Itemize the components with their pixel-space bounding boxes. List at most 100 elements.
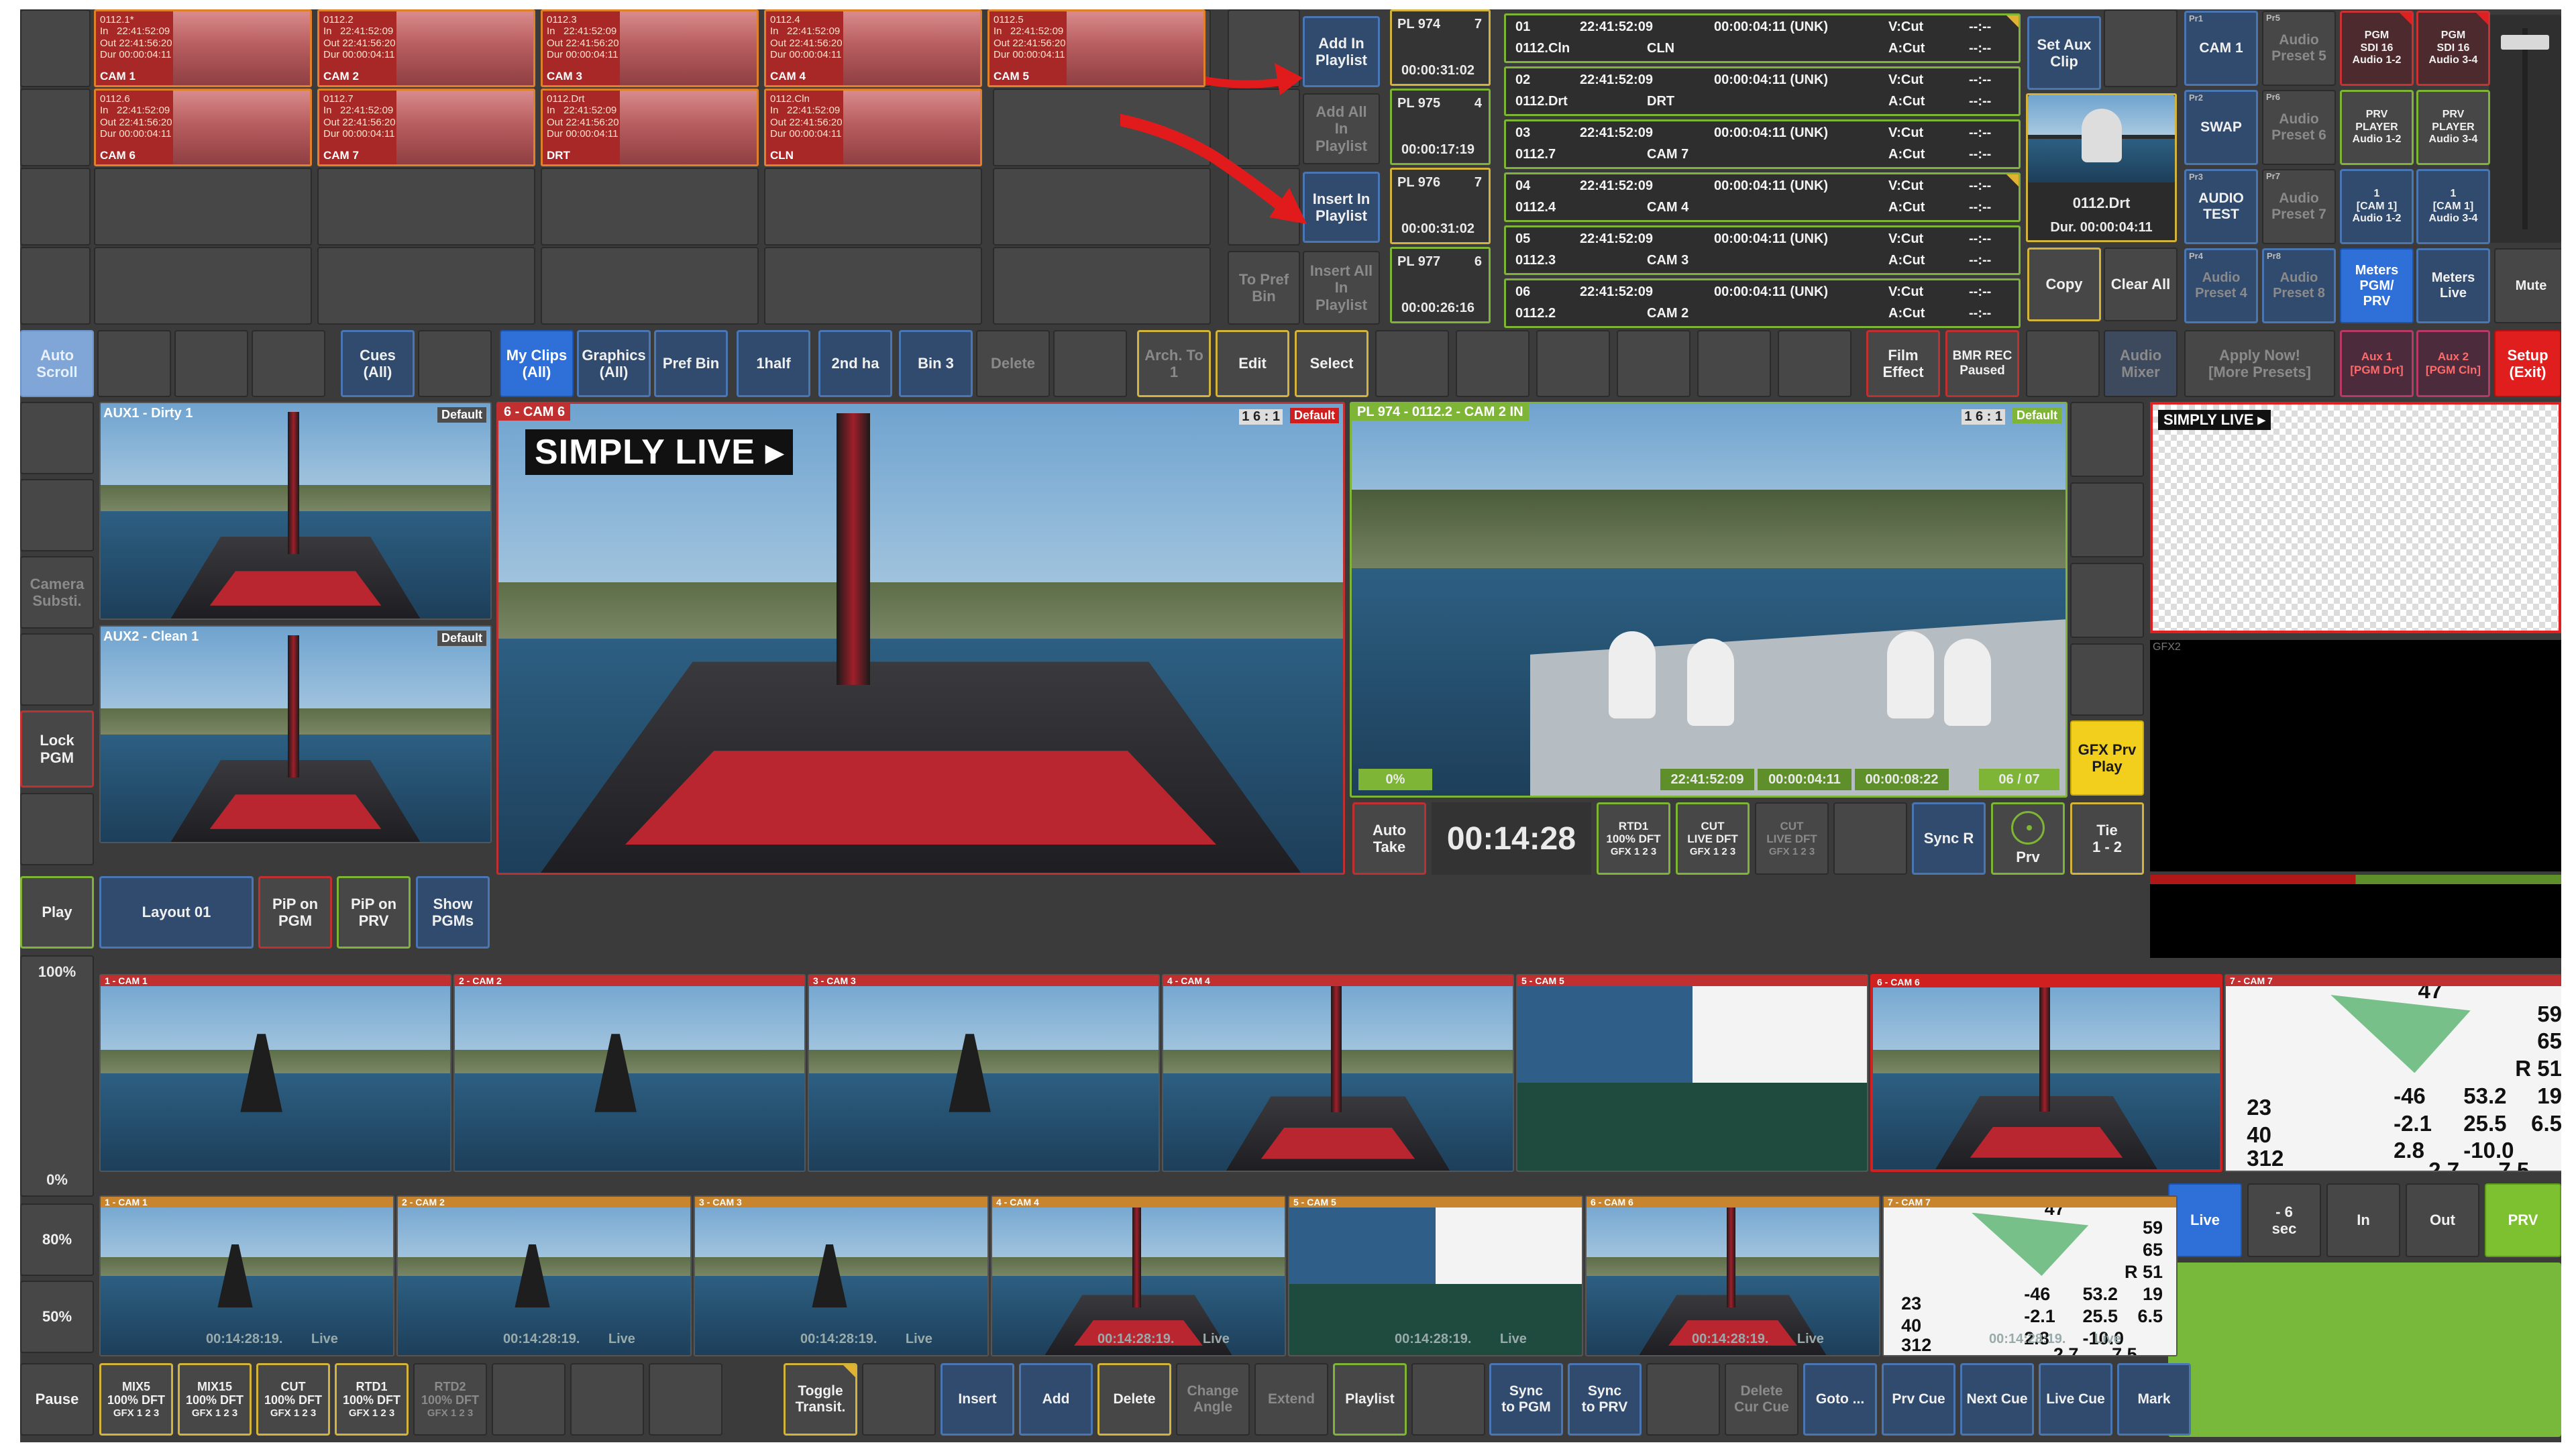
- clip-tile[interactable]: 0112.6 In 22:41:52:09 Out 22:41:56:20 Du…: [94, 89, 312, 166]
- rtd2-transition-button[interactable]: RTD2 100% DFT GFX 1 2 3: [413, 1363, 487, 1436]
- camera-thumbnail[interactable]: 5 - CAM 5 00:14:28:19. Live: [1288, 1195, 1583, 1356]
- cue-item[interactable]: 06 22:41:52:09 00:00:04:11 (UNK) V:Cut --:--…: [1504, 278, 2021, 328]
- copy-button[interactable]: Copy: [2027, 248, 2101, 321]
- blank-slot[interactable]: [2070, 563, 2144, 638]
- blank-slot[interactable]: [1833, 802, 1907, 875]
- empty-clip-slot[interactable]: [317, 247, 535, 325]
- bmr-rec-button[interactable]: BMR REC Paused: [1945, 330, 2019, 397]
- film-effect-button[interactable]: Film Effect: [1866, 330, 1940, 397]
- play-button[interactable]: Play: [20, 876, 94, 949]
- empty-clip-slot[interactable]: [541, 247, 759, 325]
- audio-preset-button[interactable]: Pr3 AUDIO TEST: [2184, 169, 2258, 244]
- speed-80-button[interactable]: 80%: [20, 1203, 94, 1276]
- select-button[interactable]: Select: [1295, 330, 1368, 397]
- live-cue-button[interactable]: Live Cue: [2039, 1363, 2112, 1436]
- sync-to-prv-button[interactable]: Sync to PRV: [1568, 1363, 1642, 1436]
- blank-slot[interactable]: [1778, 330, 1851, 397]
- cut-transition-button[interactable]: CUT 100% DFT GFX 1 2 3: [256, 1363, 330, 1436]
- auto-scroll-button[interactable]: Auto Scroll: [20, 330, 94, 397]
- audio-fader[interactable]: [2489, 15, 2561, 243]
- blank-slot[interactable]: [492, 1363, 566, 1436]
- aux2-monitor[interactable]: AUX2 - Clean 1 Default: [99, 625, 492, 843]
- speed-50-button[interactable]: 50%: [20, 1281, 94, 1353]
- rtd1-transition-button[interactable]: RTD1 100% DFT GFX 1 2 3: [335, 1363, 409, 1436]
- minus-6-sec-button[interactable]: - 6 sec: [2247, 1183, 2321, 1257]
- set-aux-clip-button[interactable]: Set Aux Clip: [2027, 16, 2101, 90]
- left-slot[interactable]: [20, 402, 94, 474]
- cue-item[interactable]: 05 22:41:52:09 00:00:04:11 (UNK) V:Cut --:--…: [1504, 225, 2021, 275]
- camera-thumbnail[interactable]: 3 - CAM 3 00:14:28:19. Live: [694, 1195, 989, 1356]
- camera-thumbnail[interactable]: 5 - CAM 5: [1516, 974, 1868, 1172]
- sync-to-pgm-button[interactable]: Sync to PGM: [1489, 1363, 1563, 1436]
- audio-meter-button[interactable]: Meters PGM/ PRV: [2340, 248, 2414, 323]
- pgm-monitor[interactable]: 6 - CAM 6 SIMPLY LIVE ▸ 1 6 : 1 Default: [496, 402, 1345, 875]
- clear-all-button[interactable]: Clear All: [2104, 248, 2178, 321]
- bin-3-button[interactable]: Bin 3: [899, 330, 973, 397]
- insert-all-in-playlist-button[interactable]: Insert All In Playlist: [1303, 251, 1380, 325]
- audio-preset-button[interactable]: Pr2 SWAP: [2184, 90, 2258, 165]
- blank-slot[interactable]: [174, 330, 248, 397]
- camera-thumbnail[interactable]: 1 - CAM 1: [99, 974, 451, 1172]
- add-in-playlist-button[interactable]: Add In Playlist: [1303, 16, 1380, 87]
- left-slot[interactable]: [20, 633, 94, 706]
- playlist-button[interactable]: Playlist: [1333, 1363, 1407, 1436]
- empty-clip-slot[interactable]: [764, 168, 982, 246]
- audio-preset-button[interactable]: Pr5 Audio Preset 5: [2262, 11, 2336, 86]
- add-button[interactable]: Add: [1019, 1363, 1093, 1436]
- left-slot[interactable]: [20, 479, 94, 551]
- audio-preset-button[interactable]: PGM SDI 16 Audio 1-2: [2340, 11, 2414, 86]
- pip-on-prv-button[interactable]: PiP on PRV: [337, 876, 411, 949]
- audio-mixer-button[interactable]: Audio Mixer: [2104, 330, 2178, 397]
- playlist-item[interactable]: PL 976 7 00:00:31:02: [1390, 168, 1491, 244]
- blank-slot[interactable]: [1536, 330, 1610, 397]
- layout-01-button[interactable]: Layout 01: [99, 876, 254, 949]
- prv-monitor[interactable]: PL 974 - 0112.2 - CAM 2 IN 1 6 : 1 Defau…: [1350, 402, 2068, 798]
- insert-in-playlist-button[interactable]: Insert In Playlist: [1303, 172, 1380, 243]
- blank-slot[interactable]: [649, 1363, 722, 1436]
- left-slot[interactable]: [20, 89, 91, 166]
- audio-preset-button[interactable]: PGM SDI 16 Audio 3-4: [2416, 11, 2490, 86]
- clip-tile[interactable]: 0112.3 In 22:41:52:09 Out 22:41:56:20 Du…: [541, 9, 759, 87]
- toggle-transition-button[interactable]: Toggle Transit.: [784, 1363, 857, 1436]
- empty-clip-slot[interactable]: [764, 247, 982, 325]
- prv-jog-button[interactable]: Prv: [1991, 802, 2065, 875]
- cut-live-dim-button[interactable]: CUT LIVE DFT GFX 1 2 3: [1755, 802, 1829, 875]
- playlist-item[interactable]: PL 975 4 00:00:17:19: [1390, 89, 1491, 165]
- auto-take-button[interactable]: Auto Take: [1352, 802, 1426, 875]
- prv-button[interactable]: PRV: [2485, 1183, 2561, 1257]
- sync-r-button[interactable]: Sync R: [1912, 802, 1986, 875]
- aux-clip-preview[interactable]: 0112.Drt Dur. 00:00:04:11: [2026, 93, 2177, 242]
- blank-slot[interactable]: [2026, 330, 2100, 397]
- blank-slot[interactable]: [1697, 330, 1771, 397]
- setup-exit-button[interactable]: Setup (Exit): [2494, 330, 2561, 397]
- aux1-monitor[interactable]: AUX1 - Dirty 1 Default: [99, 402, 492, 620]
- next-cue-button[interactable]: Next Cue: [1960, 1363, 2034, 1436]
- camera-substitution-button[interactable]: Camera Substi.: [20, 556, 94, 629]
- blank-slot[interactable]: [1411, 1363, 1485, 1436]
- clip-tile[interactable]: 0112.1* In 22:41:52:09 Out 22:41:56:20 D…: [94, 9, 312, 87]
- gfx1-monitor[interactable]: SIMPLY LIVE ▸: [2150, 402, 2561, 633]
- playlist-item[interactable]: PL 974 7 00:00:31:02: [1390, 9, 1491, 86]
- audio-preset-button[interactable]: Pr6 Audio Preset 6: [2262, 90, 2336, 165]
- audio-meter-button[interactable]: Pr8 Audio Preset 8: [2262, 248, 2336, 323]
- blank-slot[interactable]: [2070, 402, 2144, 477]
- playlist-item[interactable]: PL 977 6 00:00:26:16: [1390, 247, 1491, 323]
- delete-bin-button[interactable]: Delete: [976, 330, 1050, 397]
- audio-preset-button[interactable]: 1 [CAM 1] Audio 1-2: [2340, 169, 2414, 244]
- left-slot[interactable]: [20, 793, 94, 865]
- blank-slot[interactable]: [418, 330, 492, 397]
- audio-preset-button[interactable]: Pr7 Audio Preset 7: [2262, 169, 2336, 244]
- insert-button[interactable]: Insert: [941, 1363, 1014, 1436]
- cue-item[interactable]: 01 22:41:52:09 00:00:04:11 (UNK) V:Cut --:--…: [1504, 13, 2021, 63]
- delete-cur-cue-button[interactable]: Delete Cur Cue: [1725, 1363, 1799, 1436]
- empty-clip-slot[interactable]: [993, 89, 1211, 166]
- tie-button[interactable]: Tie 1 - 2: [2070, 802, 2144, 875]
- delete-button[interactable]: Delete: [1097, 1363, 1171, 1436]
- empty-clip-slot[interactable]: [541, 168, 759, 246]
- rtd1-transition-button[interactable]: RTD1 100% DFT GFX 1 2 3: [1597, 802, 1670, 875]
- blank-slot[interactable]: [1228, 168, 1300, 246]
- cue-item[interactable]: 03 22:41:52:09 00:00:04:11 (UNK) V:Cut --:--…: [1504, 119, 2021, 169]
- cue-item[interactable]: 02 22:41:52:09 00:00:04:11 (UNK) V:Cut --:--…: [1504, 66, 2021, 116]
- pref-bin-button[interactable]: Pref Bin: [654, 330, 728, 397]
- camera-thumbnail[interactable]: 59 65 R 51 -46 53.2 19 -2.1 25.5 6.5 2.8 -10.0 23 40…: [2224, 974, 2561, 1172]
